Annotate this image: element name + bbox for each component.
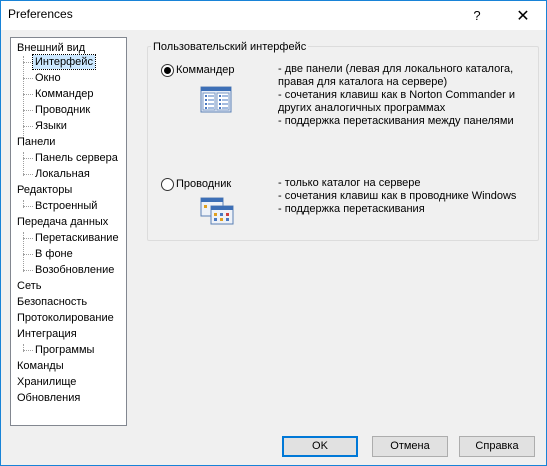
preferences-dialog: Preferences ? ✕ Внешний вид Интерфейс Ок… <box>0 0 547 466</box>
help-button[interactable]: Справка <box>459 436 535 457</box>
close-button[interactable]: ✕ <box>501 1 545 30</box>
explorer-description: - только каталог на сервере - сочетания … <box>278 177 516 216</box>
tree-item-drag-drop[interactable]: Перетаскивание <box>35 231 119 245</box>
tree-item-updates[interactable]: Обновления <box>17 391 80 405</box>
tree-item-integration[interactable]: Интеграция <box>17 327 77 341</box>
tree-item-commander[interactable]: Коммандер <box>35 87 94 101</box>
close-icon: ✕ <box>516 7 530 25</box>
ok-button[interactable]: OK <box>282 436 358 457</box>
tree-item-resume[interactable]: Возобновление <box>35 263 114 277</box>
tree-item-local-panel[interactable]: Локальная <box>35 167 90 181</box>
tree-item-appearance[interactable]: Внешний вид <box>17 41 85 55</box>
commander-desc-line: правая для каталога на сервере) <box>278 76 448 88</box>
tree-item-logging[interactable]: Протоколирование <box>17 311 114 325</box>
explorer-radio-label[interactable]: Проводник <box>176 177 231 191</box>
tree-connector <box>23 56 24 146</box>
tree-item-storage[interactable]: Хранилище <box>17 375 76 389</box>
radio-selected-dot <box>164 67 171 74</box>
tree-item-panels[interactable]: Панели <box>17 135 55 149</box>
explorer-desc-line: - только каталог на сервере <box>278 177 421 189</box>
tree-item-window[interactable]: Окно <box>35 71 61 85</box>
tree-item-editors[interactable]: Редакторы <box>17 183 72 197</box>
tree-item-explorer[interactable]: Проводник <box>35 103 90 117</box>
explorer-desc-line: - поддержка перетаскивания <box>278 203 425 215</box>
tree-item-languages[interactable]: Языки <box>35 119 67 133</box>
help-title-button[interactable]: ? <box>455 1 499 30</box>
commander-desc-line: других аналогичных программах <box>278 102 446 114</box>
tree-item-internal-editor[interactable]: Встроенный <box>35 199 97 213</box>
tree-item-commands[interactable]: Команды <box>17 359 64 373</box>
commander-radio[interactable] <box>161 64 174 77</box>
explorer-radio[interactable] <box>161 178 174 191</box>
tree-item-remote-panel[interactable]: Панель сервера <box>35 151 118 165</box>
tree-item-interface[interactable]: Интерфейс <box>32 54 96 70</box>
tree-item-applications[interactable]: Программы <box>35 343 94 357</box>
commander-desc-line: - поддержка перетаскивания между панелям… <box>278 115 514 127</box>
commander-description: - две панели (левая для локального катал… <box>278 63 515 128</box>
groupbox-legend: Пользовательский интерфейс <box>151 40 309 54</box>
commander-radio-label[interactable]: Коммандер <box>176 63 235 77</box>
tree-item-transfer[interactable]: Передача данных <box>17 215 108 229</box>
commander-desc-line: - две панели (левая для локального катал… <box>278 63 514 75</box>
tree-item-network[interactable]: Сеть <box>17 279 41 293</box>
preferences-tree[interactable]: Внешний вид Интерфейс Окно Коммандер Про… <box>10 37 127 426</box>
commander-icon <box>200 86 232 113</box>
window-title: Preferences <box>8 7 73 21</box>
explorer-icon <box>200 197 234 225</box>
title-bar: Preferences ? ✕ <box>1 1 546 30</box>
tree-item-security[interactable]: Безопасность <box>17 295 87 309</box>
commander-desc-line: - сочетания клавиш как в Norton Commande… <box>278 89 516 101</box>
explorer-desc-line: - сочетания клавиш как в проводнике Wind… <box>278 190 517 202</box>
cancel-button[interactable]: Отмена <box>372 436 448 457</box>
help-icon: ? <box>473 8 481 23</box>
tree-item-background[interactable]: В фоне <box>35 247 73 261</box>
